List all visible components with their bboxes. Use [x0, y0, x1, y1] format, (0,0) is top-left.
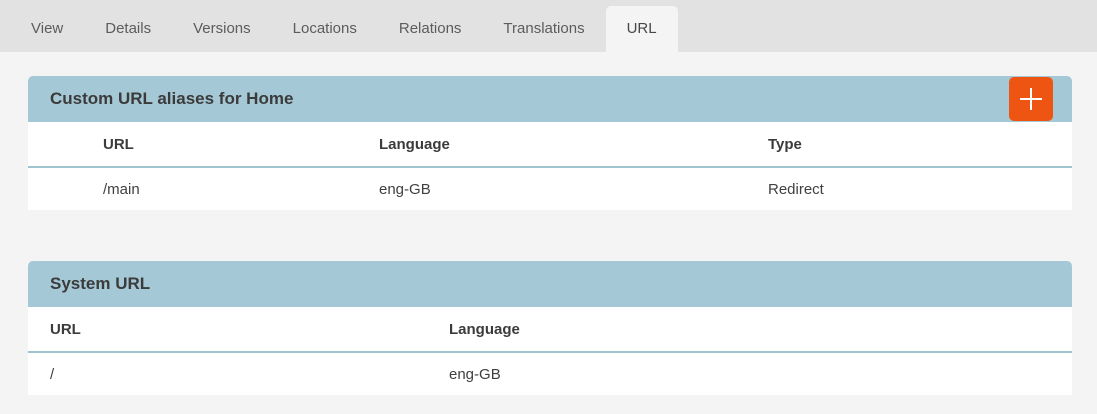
system-language-cell: eng-GB: [427, 352, 1072, 395]
column-header-url: URL: [28, 307, 427, 352]
checkbox-column-header: [28, 122, 81, 167]
alias-language-cell: eng-GB: [357, 167, 746, 210]
tab-bar: View Details Versions Locations Relation…: [0, 0, 1097, 52]
column-header-language: Language: [357, 122, 746, 167]
tab-translations[interactable]: Translations: [482, 6, 605, 52]
content-area: Custom URL aliases for Home URL Languag: [0, 52, 1097, 395]
custom-aliases-header: Custom URL aliases for Home: [28, 76, 1072, 122]
custom-aliases-section: Custom URL aliases for Home URL Languag: [28, 76, 1072, 210]
plus-icon: [1018, 86, 1044, 112]
alias-url-cell: /main: [81, 167, 357, 210]
tab-view[interactable]: View: [10, 6, 84, 52]
column-header-type: Type: [746, 122, 1072, 167]
column-header-language: Language: [427, 307, 1072, 352]
tab-url[interactable]: URL: [606, 6, 678, 52]
checkbox-cell: [28, 167, 81, 210]
alias-table-row: /main eng-GB Redirect: [28, 167, 1072, 210]
tab-relations[interactable]: Relations: [378, 6, 483, 52]
system-url-header: System URL: [28, 261, 1072, 307]
system-url-section: System URL URL Language / eng-GB: [28, 261, 1072, 395]
tab-locations[interactable]: Locations: [272, 6, 378, 52]
table-header-row: URL Language: [28, 307, 1072, 352]
add-alias-button[interactable]: [1009, 77, 1053, 121]
system-url-title: System URL: [50, 274, 150, 294]
table-header-row: URL Language Type: [28, 122, 1072, 167]
system-url-table-row: / eng-GB: [28, 352, 1072, 395]
custom-aliases-title: Custom URL aliases for Home: [50, 89, 293, 109]
column-header-url: URL: [81, 122, 357, 167]
system-url-table: URL Language / eng-GB: [28, 307, 1072, 395]
alias-type-cell: Redirect: [746, 167, 1072, 210]
custom-aliases-table: URL Language Type /main eng-GB Redirect: [28, 122, 1072, 210]
system-url-cell: /: [28, 352, 427, 395]
tab-versions[interactable]: Versions: [172, 6, 272, 52]
tab-details[interactable]: Details: [84, 6, 172, 52]
